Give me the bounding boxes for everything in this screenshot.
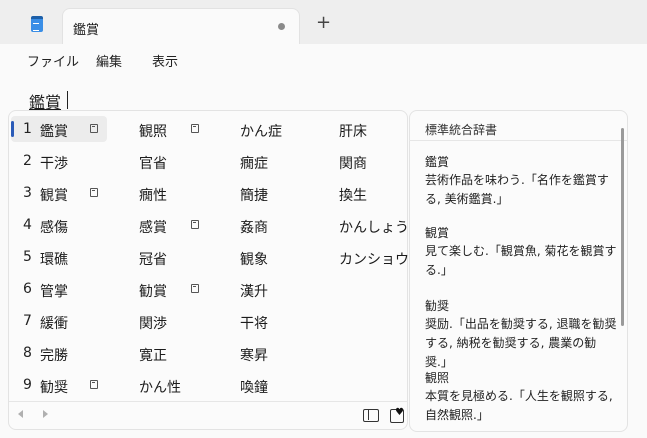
candidate-item[interactable]: 寛正 (139, 345, 167, 365)
candidate-item[interactable]: 姦商 (240, 217, 268, 237)
menu-view[interactable]: 表示 (152, 51, 178, 70)
candidate-item[interactable]: 癇性 (139, 185, 167, 205)
candidate-item[interactable]: 観照 (139, 121, 167, 141)
arrow-right-icon[interactable] (43, 410, 48, 418)
memo-icon (90, 188, 98, 197)
arrow-left-icon[interactable] (18, 410, 23, 418)
dictionary-scrollbar[interactable] (621, 128, 624, 326)
candidate-number: 2 (23, 153, 32, 169)
dictionary-entry-body: 本質を見極める.「人生を観照する, 自然観照.」 (425, 387, 617, 425)
menu-edit[interactable]: 編集 (96, 51, 122, 70)
dictionary-entry-head: 観照 (425, 371, 450, 385)
notepad-app-icon (31, 16, 43, 32)
candidate-item[interactable]: 冠省 (139, 249, 167, 269)
candidate-footer-divider (9, 401, 407, 402)
dictionary-entry-head: 勧奨 (425, 299, 450, 313)
candidate-item[interactable]: 換生 (339, 185, 367, 205)
candidate-item[interactable]: 関渉 (139, 313, 167, 333)
dictionary-entry-line: する, 納税を勧奨する, 農業の勧奨.」 (425, 336, 597, 369)
panel-toggle-icon[interactable] (363, 409, 379, 422)
candidate-item[interactable]: 管掌 (40, 281, 68, 301)
candidate-item[interactable]: 肝床 (339, 121, 367, 141)
dictionary-entry-line: 奨励.「出品を勧奨する, 退職を勧奨 (425, 317, 617, 331)
candidate-item[interactable]: かん症 (240, 121, 282, 141)
tab-document[interactable]: 鑑賞 (62, 8, 300, 44)
dictionary-entry-head: 鑑賞 (425, 155, 450, 169)
dictionary-entry-body: 見て楽しむ.「観賞魚, 菊花を観賞す る.」 (425, 242, 617, 280)
dictionary-entry-head: 観賞 (425, 226, 450, 240)
candidate-item[interactable]: 感傷 (40, 217, 68, 237)
unsaved-dot-icon[interactable] (278, 23, 285, 30)
dictionary-entry-body: 奨励.「出品を勧奨する, 退職を勧奨する, 納税を勧奨する, 農業の勧奨.」 (425, 315, 617, 372)
candidate-item[interactable]: 官省 (139, 153, 167, 173)
memo-icon (90, 124, 98, 133)
candidate-item[interactable]: 寒昇 (240, 345, 268, 365)
memo-icon (191, 284, 199, 293)
candidate-item[interactable]: かんしょう (339, 217, 409, 237)
memo-icon (90, 380, 98, 389)
dictionary-title: 標準統合辞書 (425, 123, 498, 137)
dictionary-entry-line: る.」 (425, 263, 453, 277)
candidate-item[interactable]: 干渉 (40, 153, 68, 173)
candidate-number: 8 (23, 345, 32, 361)
memo-icon (191, 220, 199, 229)
dictionary-entry-line: 見て楽しむ.「観賞魚, 菊花を観賞す (425, 244, 617, 258)
candidate-number: 1 (23, 121, 32, 137)
candidate-item[interactable]: 喚鐘 (240, 377, 268, 397)
candidate-number: 3 (23, 185, 32, 201)
candidate-number: 4 (23, 217, 32, 233)
candidate-item[interactable]: 緩衝 (40, 313, 68, 333)
candidate-item[interactable]: 鑑賞 (40, 121, 68, 141)
selection-indicator (11, 121, 14, 137)
text-caret (67, 91, 68, 109)
candidate-item[interactable]: かん性 (139, 377, 181, 397)
new-tab-button[interactable]: + (316, 14, 331, 32)
candidate-item[interactable]: 癇症 (240, 153, 268, 173)
dictionary-entry-line: 自然観照.」 (425, 408, 489, 422)
dictionary-entry-body: 芸術作品を味わう.「名作を鑑賞す る, 美術鑑賞.」 (425, 171, 617, 209)
candidate-item[interactable]: 簡捷 (240, 185, 268, 205)
candidate-item[interactable]: 環礁 (40, 249, 68, 269)
tab-title: 鑑賞 (73, 23, 100, 38)
candidate-item[interactable]: 感賞 (139, 217, 167, 237)
candidate-item[interactable]: 観賞 (40, 185, 68, 205)
dictionary-entry-line: 本質を見極める.「人生を観照する, (425, 389, 613, 403)
candidate-item[interactable]: 勧賞 (139, 281, 167, 301)
dictionary-entry-line: 芸術作品を味わう.「名作を鑑賞す (425, 173, 609, 187)
candidate-number: 9 (23, 377, 32, 393)
dictionary-entry-line: る, 美術鑑賞.」 (425, 192, 509, 206)
candidate-number: 6 (23, 281, 32, 297)
menu-bar: ファイル 編集 表示 (0, 44, 647, 76)
candidate-item[interactable]: 観象 (240, 249, 268, 269)
candidate-item[interactable]: 完勝 (40, 345, 68, 365)
candidate-item[interactable]: 関商 (339, 153, 367, 173)
favorite-note-icon[interactable] (390, 407, 404, 423)
candidate-number: 5 (23, 249, 32, 265)
candidate-item[interactable]: 勧奨 (40, 377, 68, 397)
memo-icon (191, 124, 199, 133)
candidate-item[interactable]: 干将 (240, 313, 268, 333)
candidate-item[interactable]: 漢升 (240, 281, 268, 301)
dictionary-divider (409, 140, 628, 141)
candidate-item[interactable]: カンショウ (339, 249, 409, 269)
candidate-number: 7 (23, 313, 32, 329)
menu-file[interactable]: ファイル (27, 51, 79, 70)
